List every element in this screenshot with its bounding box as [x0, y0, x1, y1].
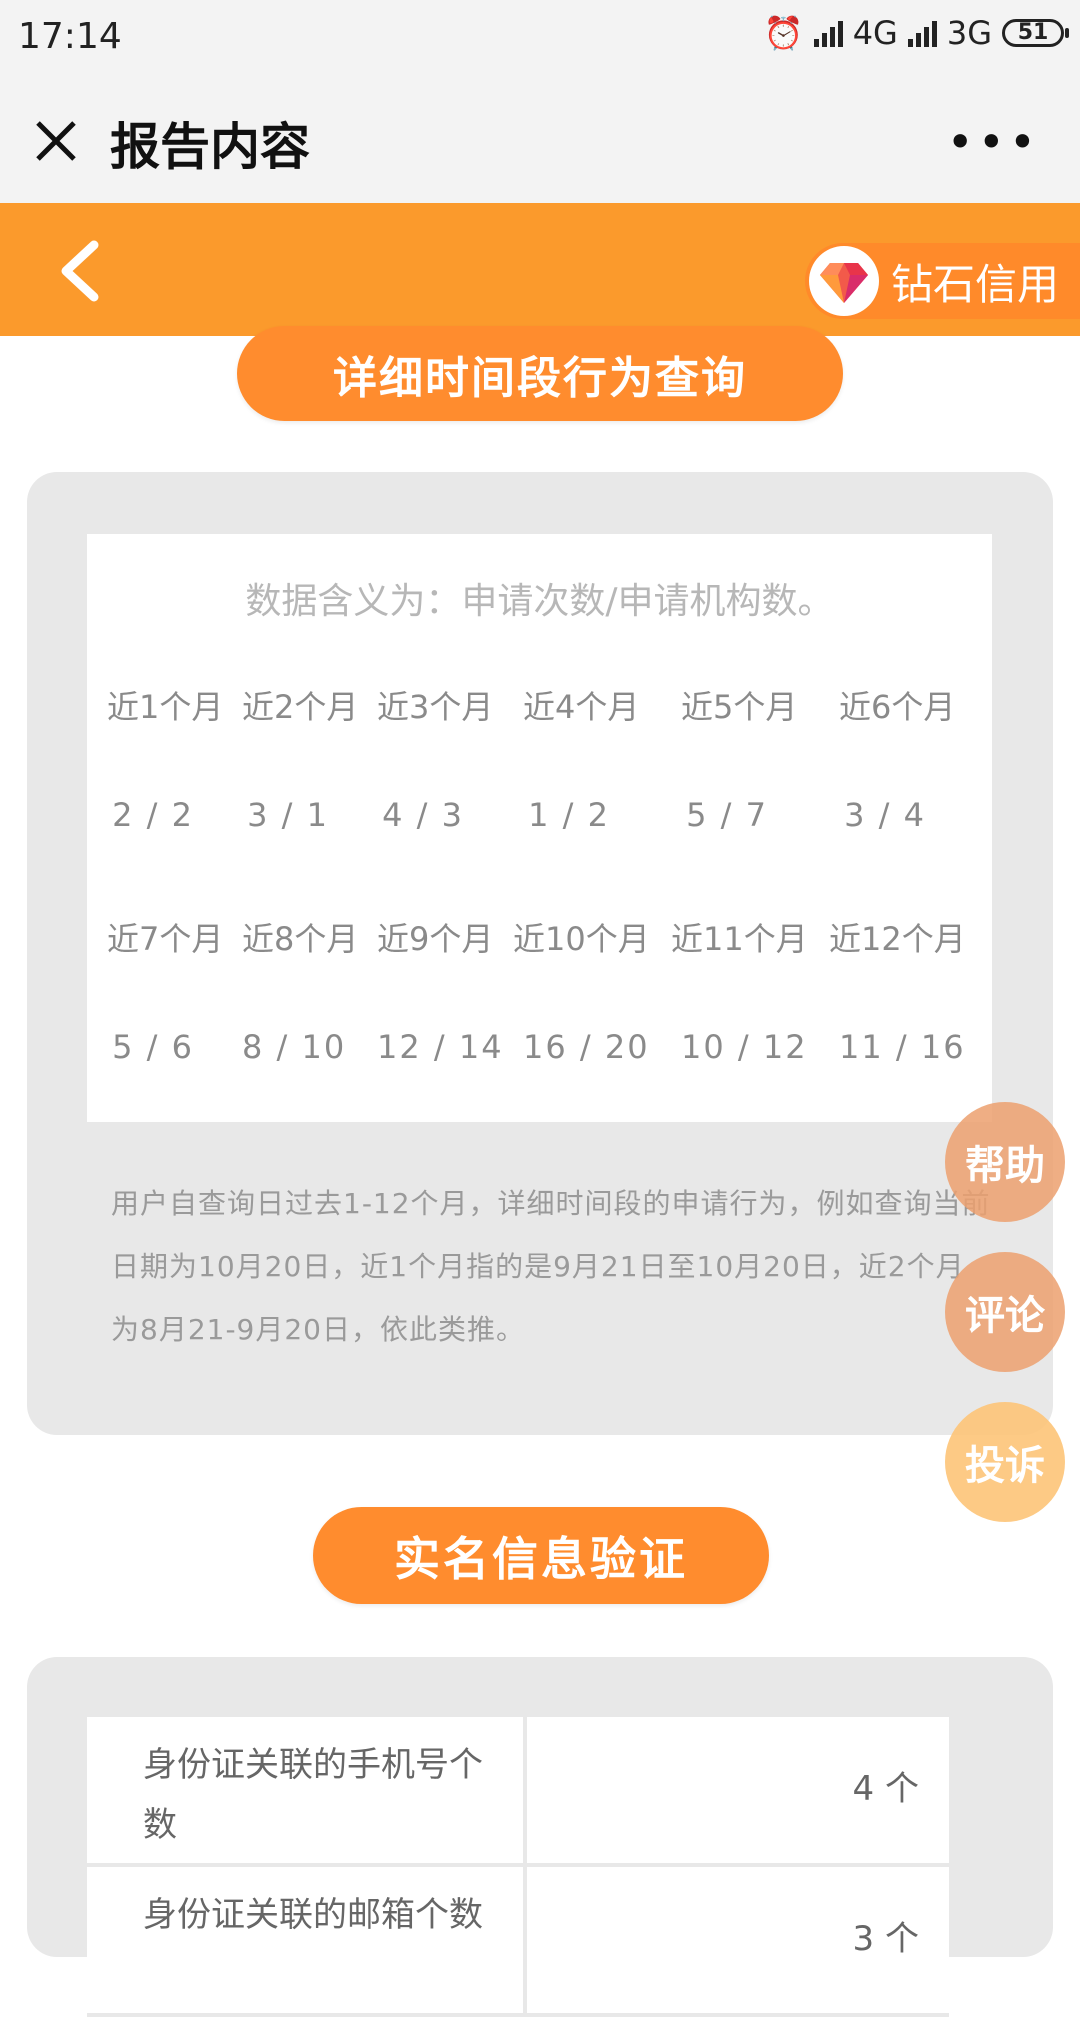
status-bar: 17:14 ⏰ 4G 3G 51	[0, 0, 1080, 75]
month-label: 近12个月	[829, 920, 966, 958]
month-value: 2 / 2	[112, 796, 194, 834]
history-table: 数据含义为：申请次数/申请机构数。 近1个月 近2个月 近3个月 近4个月 近5…	[87, 534, 992, 1122]
month-value: 4 / 3	[382, 796, 464, 834]
network-4g-label: 4G	[852, 14, 898, 52]
section-title-identity-verification: 实名信息验证	[313, 1507, 769, 1604]
close-icon[interactable]	[28, 113, 84, 169]
month-label: 近10个月	[513, 920, 650, 958]
month-value: 5 / 7	[686, 796, 768, 834]
identity-table: 身份证关联的手机号个数 4 个 身份证关联的邮箱个数 3 个	[87, 1717, 949, 2017]
month-value: 11 / 16	[839, 1028, 966, 1066]
back-icon[interactable]	[52, 239, 112, 303]
alarm-icon: ⏰	[763, 14, 804, 52]
month-value: 1 / 2	[528, 796, 610, 834]
month-value: 3 / 1	[247, 796, 329, 834]
month-label: 近7个月	[107, 920, 224, 958]
app-header: 钻石信用	[0, 203, 1080, 336]
month-value: 10 / 12	[681, 1028, 808, 1066]
month-label: 近11个月	[671, 920, 808, 958]
identity-verification-card: 身份证关联的手机号个数 4 个 身份证关联的邮箱个数 3 个	[27, 1657, 1053, 2017]
table-row: 身份证关联的邮箱个数 3 个	[87, 1867, 949, 2017]
diamond-icon	[809, 246, 879, 316]
help-button[interactable]: 帮助	[945, 1102, 1065, 1222]
status-time: 17:14	[18, 16, 122, 57]
column-divider	[523, 1867, 527, 2013]
month-label: 近6个月	[839, 688, 956, 726]
comment-button[interactable]: 评论	[945, 1252, 1065, 1372]
brand-label: 钻石信用	[891, 259, 1060, 309]
application-history-card: 数据含义为：申请次数/申请机构数。 近1个月 近2个月 近3个月 近4个月 近5…	[27, 472, 1053, 1435]
month-value: 3 / 4	[844, 796, 926, 834]
complaint-button[interactable]: 投诉	[945, 1402, 1065, 1522]
row-label: 身份证关联的手机号个数	[143, 1745, 483, 1845]
month-label: 近4个月	[523, 688, 640, 726]
status-icons: ⏰ 4G 3G 51	[763, 14, 1069, 52]
column-divider	[523, 1717, 527, 1863]
section-title-period-query: 详细时间段行为查询	[237, 326, 843, 421]
month-label: 近3个月	[377, 688, 494, 726]
table-row: 身份证关联的手机号个数 4 个	[87, 1717, 949, 1867]
page-title: 报告内容	[110, 118, 310, 176]
month-label: 近1个月	[107, 688, 224, 726]
month-value: 8 / 10	[242, 1028, 347, 1066]
brand-badge: 钻石信用	[805, 243, 1080, 319]
month-label: 近8个月	[242, 920, 359, 958]
row-label: 身份证关联的邮箱个数	[143, 1895, 483, 1935]
month-label: 近9个月	[377, 920, 494, 958]
network-3g-label: 3G	[946, 14, 992, 52]
title-bar: 报告内容 •••	[0, 75, 1080, 204]
month-value: 12 / 14	[377, 1028, 504, 1066]
signal-icon	[813, 19, 843, 47]
month-label: 近2个月	[242, 688, 359, 726]
row-value: 4 个	[852, 1769, 919, 1809]
data-meaning-note: 数据含义为：申请次数/申请机构数。	[245, 581, 834, 622]
period-description: 用户自查询日过去1-12个月，详细时间段的申请行为，例如查询当前日期为10月20…	[111, 1187, 991, 1346]
month-value: 5 / 6	[112, 1028, 194, 1066]
more-icon[interactable]: •••	[947, 115, 1040, 169]
row-value: 3 个	[852, 1919, 919, 1959]
month-label: 近5个月	[681, 688, 798, 726]
battery-icon: 51	[1002, 19, 1069, 47]
month-value: 16 / 20	[523, 1028, 650, 1066]
signal-icon-2	[907, 19, 937, 47]
